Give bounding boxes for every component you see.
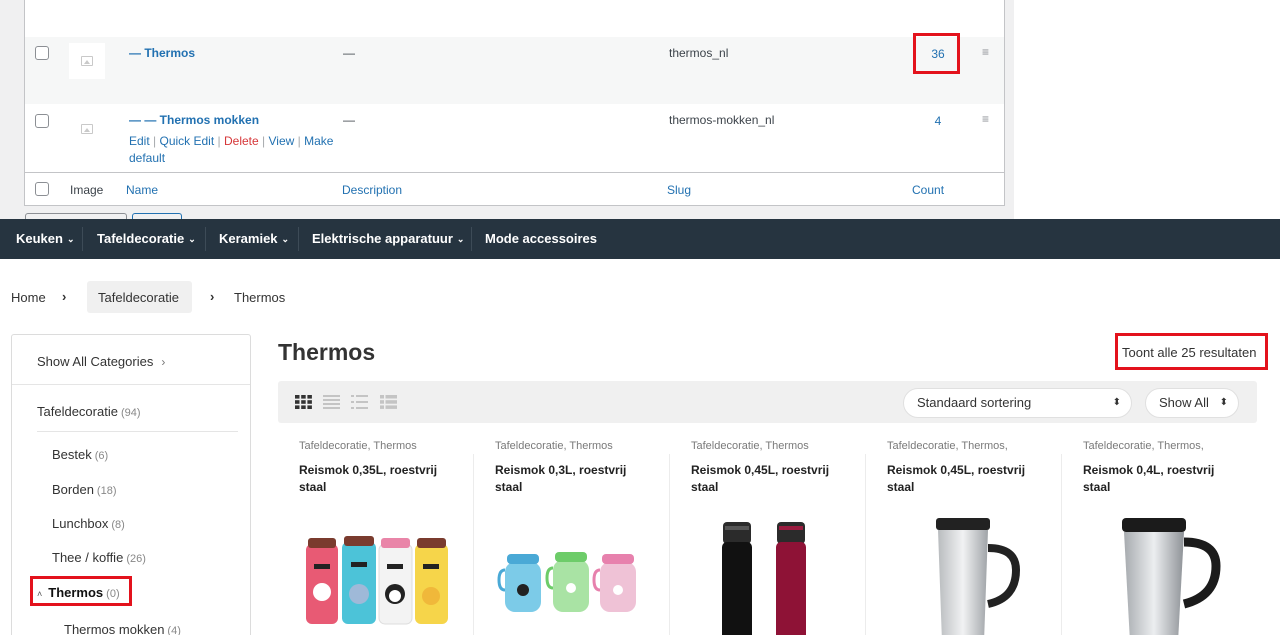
chevron-down-icon: ⌄ [456,234,465,244]
action-separator: | [262,134,266,148]
category-table: — Thermos — thermos_nl 36 ≡ — — Thermos … [24,0,1005,206]
category-name-link[interactable]: — Thermos [129,46,195,60]
view-link[interactable]: View [269,134,295,148]
table-footer: Image Name Description Slug Count [25,172,1004,205]
select-arrows-icon: ⬍ [1112,397,1121,408]
table-row: — Thermos — thermos_nl 36 ≡ [25,37,1004,104]
sort-select[interactable]: Standaard sortering ⬍ [903,388,1132,418]
admin-panel: — Thermos — thermos_nl 36 ≡ — — Thermos … [0,0,1014,219]
action-separator: | [153,134,157,148]
shop-toolbar: Standaard sortering ⬍ Show All ⬍ [278,381,1257,423]
category-name-link[interactable]: — — Thermos mokken [129,113,259,127]
show-all-categories-link[interactable]: Show All Categories › [37,354,165,369]
quick-edit-link[interactable]: Quick Edit [160,134,215,148]
column-name-sort[interactable]: Name [126,183,158,197]
table-row [25,0,1004,37]
product-title[interactable]: Reismok 0,3L, roestvrij staal [495,462,655,496]
select-arrows-icon: ⬍ [1219,397,1228,408]
highlight-box [913,33,960,74]
nav-item-tafeldecoratie[interactable]: Tafeldecoratie ⌄ [97,219,196,259]
nav-divider [82,227,83,251]
column-image: Image [70,183,104,197]
action-separator: | [297,134,301,148]
drag-handle-icon[interactable]: ≡ [982,112,989,126]
breadcrumb-current: Thermos [234,290,286,305]
action-separator: | [217,134,221,148]
table-view-icon[interactable] [380,395,397,409]
nav-divider [471,227,472,251]
nav-item-mode-accessoires[interactable]: Mode accessoires [485,219,597,259]
show-all-select[interactable]: Show All ⬍ [1145,388,1239,418]
thumbnail-placeholder-icon [69,111,105,147]
row-checkbox[interactable] [35,46,49,60]
column-slug-sort[interactable]: Slug [667,183,691,197]
product-image[interactable] [278,502,474,635]
chevron-down-icon: ⌄ [188,234,196,244]
sidebar-item-thermos-mokken[interactable]: Thermos mokken (4) [64,622,181,635]
column-count-sort[interactable]: Count [912,183,944,197]
divider [37,431,238,432]
highlight-box [1115,333,1268,370]
table-row: — — Thermos mokken Edit | Quick Edit | D… [25,104,1004,172]
chevron-down-icon: ⌄ [281,234,290,244]
nav-item-keuken[interactable]: Keuken ⌄ [16,219,75,259]
breadcrumb-parent[interactable]: Tafeldecoratie [98,290,179,305]
thumbnail-placeholder-icon [69,43,105,79]
chevron-down-icon: ⌄ [66,234,75,244]
product-card[interactable]: Tafeldecoratie, Thermos, Reismok 0,4L, r… [1062,436,1258,635]
product-title[interactable]: Reismok 0,35L, roestvrij staal [299,462,459,496]
breadcrumb-chevron-icon: › [210,289,215,304]
product-image[interactable] [474,502,670,635]
row-checkbox[interactable] [35,114,49,128]
breadcrumb-home[interactable]: Home [11,290,46,305]
product-categories[interactable]: Tafeldecoratie, Thermos [691,440,809,452]
product-image[interactable] [1062,502,1258,635]
select-all-checkbox[interactable] [35,182,49,196]
product-card[interactable]: Tafeldecoratie, Thermos Reismok 0,35L, r… [278,436,474,635]
product-card[interactable]: Tafeldecoratie, Thermos Reismok 0,3L, ro… [474,436,670,635]
product-title[interactable]: Reismok 0,45L, roestvrij staal [691,462,851,496]
page-title: Thermos [278,339,376,365]
list-view-icon[interactable] [323,395,340,409]
product-title[interactable]: Reismok 0,4L, roestvrij staal [1083,462,1243,496]
delete-link[interactable]: Delete [224,134,259,148]
nav-item-keramiek[interactable]: Keramiek ⌄ [219,219,289,259]
sidebar-item-bestek[interactable]: Bestek (6) [52,447,108,462]
product-categories[interactable]: Tafeldecoratie, Thermos, [1083,440,1204,452]
sidebar-item-borden[interactable]: Borden (18) [52,482,116,497]
category-description: — [343,113,355,127]
column-description-sort[interactable]: Description [342,183,402,197]
product-categories[interactable]: Tafeldecoratie, Thermos [299,440,417,452]
product-image[interactable] [670,502,866,635]
product-card[interactable]: Tafeldecoratie, Thermos, Reismok 0,45L, … [866,436,1062,635]
drag-handle-icon[interactable]: ≡ [982,45,989,59]
product-image[interactable] [866,502,1062,635]
chevron-right-icon: › [161,355,166,369]
breadcrumb-chevron-icon: › [62,289,67,304]
main-nav: Keuken ⌄ Tafeldecoratie ⌄ Keramiek ⌄ Elektr… [0,219,1280,259]
category-slug: thermos-mokken_nl [669,113,775,127]
product-categories[interactable]: Tafeldecoratie, Thermos [495,440,613,452]
sidebar-item-tafeldecoratie[interactable]: Tafeldecoratie (94) [37,404,141,419]
category-slug: thermos_nl [669,46,729,60]
nav-divider [205,227,206,251]
product-title[interactable]: Reismok 0,45L, roestvrij staal [887,462,1047,496]
product-card[interactable]: Tafeldecoratie, Thermos Reismok 0,45L, r… [670,436,866,635]
highlight-box [30,576,132,606]
product-categories[interactable]: Tafeldecoratie, Thermos, [887,440,1008,452]
sidebar-item-lunchbox[interactable]: Lunchbox (8) [52,516,125,531]
category-description: — [343,46,355,60]
row-actions: Edit | Quick Edit | Delete | View | Make… [129,133,339,167]
divider [12,384,250,385]
nav-divider [298,227,299,251]
detail-list-view-icon[interactable] [351,395,368,409]
sidebar-item-thee-koffie[interactable]: Thee / koffie (26) [52,550,146,565]
nav-item-elektrische-apparatuur[interactable]: Elektrische apparatuur ⌄ [312,219,464,259]
edit-link[interactable]: Edit [129,134,150,148]
grid-view-icon[interactable] [295,395,312,409]
category-count-link[interactable]: 4 [925,114,951,128]
